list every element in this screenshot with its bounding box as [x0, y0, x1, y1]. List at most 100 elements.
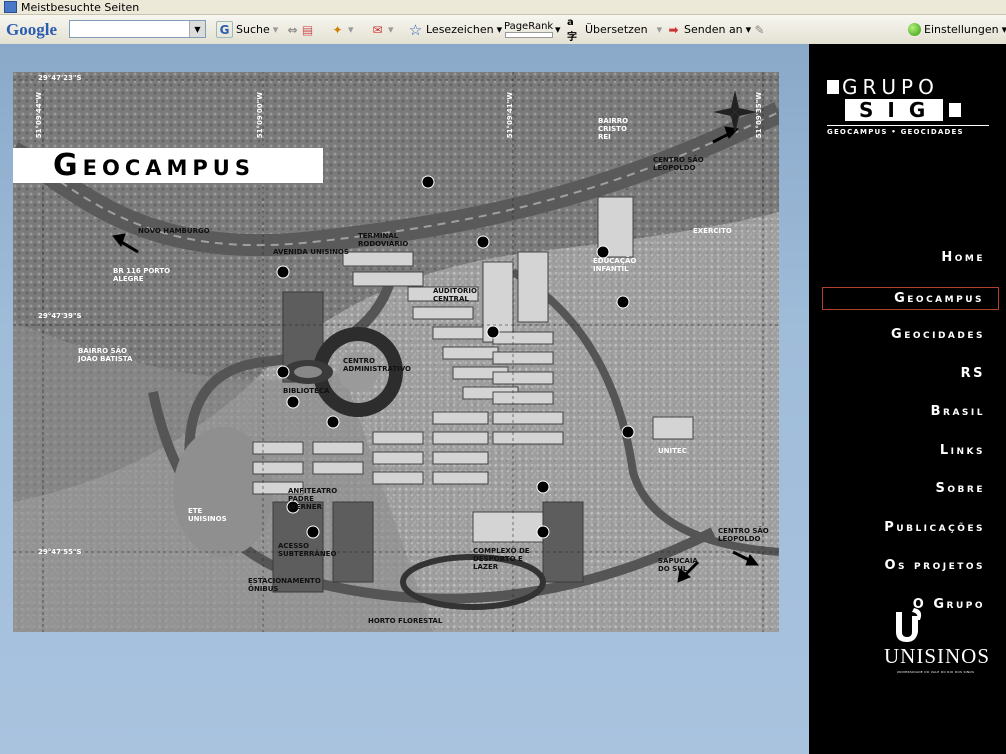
- google-toolbar: Google ▼ G Suche ▾ ⇔ ▤ ✦ ▾ ✉ ▾ ☆ Lesezei…: [0, 15, 1006, 45]
- main-content: Geocampus 29°47'23"S 29°47'39"S 29°47'55…: [0, 44, 809, 754]
- coord-lat-bottom: 29°47'55"S: [38, 548, 82, 556]
- google-logo-text: Google: [6, 19, 57, 39]
- pencil-icon: ✎: [754, 22, 765, 37]
- nav-brasil[interactable]: Brasil: [822, 398, 999, 437]
- unisinos-logo[interactable]: UNISINOS: [884, 644, 989, 669]
- dropdown-icon: ▾: [496, 23, 503, 36]
- label-sapucaia: SAPUCAIA DO SUL: [658, 557, 698, 573]
- status-green-icon: [908, 23, 921, 36]
- brand-sig: SIG: [845, 99, 989, 121]
- send-icon: ➡: [668, 22, 679, 37]
- label-auditorio: AUDITÓRIO CENTRAL: [433, 287, 477, 303]
- coord-lon-3: 51°09'41"W: [506, 92, 514, 139]
- bookmark-folder-icon: [4, 1, 17, 13]
- toolbar-button-options[interactable]: ⇔: [285, 15, 300, 44]
- label-complexo: COMPLEXO DE DESPORTO E LAZER: [473, 547, 530, 571]
- label-avenida: AVENIDA UNISINOS: [273, 248, 349, 256]
- mail-icon: ✉: [372, 22, 383, 37]
- dropdown-icon: ▾: [745, 23, 752, 36]
- brand-grupo-text: GRUPO: [842, 75, 939, 99]
- pagerank-label: PageRank: [504, 21, 554, 32]
- unisinos-emblem-icon[interactable]: [884, 606, 930, 644]
- label-centro-sl-bottom: CENTRO SÃO LEOPOLDO: [718, 527, 769, 543]
- google-logo[interactable]: Google: [6, 15, 57, 44]
- nav-geocidades[interactable]: Geocidades: [822, 321, 999, 360]
- label-centro-adm: CENTRO ADMINISTRATIVO: [343, 357, 411, 373]
- sidebar: GRUPO SIG GEOCAMPUS • GEOCIDADES Home Ge…: [809, 44, 1006, 754]
- brand-sig-text: SIG: [845, 99, 944, 121]
- pagerank-bar: [504, 32, 553, 38]
- star-icon: ☆: [408, 20, 423, 39]
- campus-map: Geocampus 29°47'23"S 29°47'39"S 29°47'55…: [13, 72, 779, 632]
- pagerank-dropdown[interactable]: ▾: [555, 15, 561, 44]
- google-search-field[interactable]: ▼: [69, 20, 206, 38]
- search-dropdown-icon[interactable]: ▼: [189, 21, 205, 37]
- label-exercito: EXÉRCITO: [693, 227, 732, 235]
- nav-rs[interactable]: RS: [822, 360, 999, 399]
- toolbar-button-popup[interactable]: ✦ ▾: [330, 15, 354, 44]
- label-br116: BR 116 PORTO ALEGRE: [113, 267, 171, 283]
- label-novo-hamburgo: NOVO HAMBURGO: [138, 227, 210, 235]
- label-educacao: EDUCAÇÃO INFANTIL: [593, 257, 637, 273]
- dropdown-icon: ▾: [1001, 23, 1006, 36]
- send-label: Senden an: [684, 23, 743, 36]
- send-button[interactable]: ➡ Senden an ▾: [666, 15, 751, 44]
- translate-icon: a字: [567, 16, 577, 43]
- label-horto: HORTO FLORESTAL: [368, 617, 443, 625]
- brand-grupo: GRUPO: [827, 77, 989, 97]
- label-unitec: UNITEC: [658, 447, 687, 455]
- toolbar-button-mail[interactable]: ✉ ▾: [370, 15, 394, 44]
- pagerank-indicator[interactable]: PageRank: [504, 15, 553, 44]
- bookmarks-button[interactable]: ☆ Lesezeichen ▾: [408, 15, 502, 44]
- label-terminal: TERMINAL RODOVIÁRIO: [358, 232, 409, 248]
- toolbar-button-news[interactable]: ▤: [300, 15, 315, 44]
- google-search-input[interactable]: [70, 21, 191, 37]
- nav-sobre[interactable]: Sobre: [822, 475, 999, 514]
- unisinos-tagline: UNIVERSIDADE DO VALE DO RIO DOS SINOS: [896, 670, 975, 674]
- search-button-label: Suche: [236, 23, 270, 36]
- label-cristo-rei: BAIRRO CRISTO REI: [598, 117, 629, 141]
- bookmarks-toolbar: Meistbesuchte Seiten: [0, 0, 1006, 15]
- label-estacionamento: ESTACIONAMENTO ÔNIBUS: [248, 577, 321, 593]
- label-biblioteca: BIBLIOTECA: [283, 387, 330, 395]
- nav-links[interactable]: Links: [822, 437, 999, 476]
- grupo-sig-logo[interactable]: GRUPO SIG GEOCAMPUS • GEOCIDADES: [827, 77, 989, 136]
- brand-subtitle: GEOCAMPUS • GEOCIDADES: [827, 125, 989, 136]
- translate-label: Übersetzen: [585, 23, 648, 36]
- nav-home[interactable]: Home: [822, 244, 999, 283]
- square-icon: [827, 80, 839, 94]
- bookmarks-label: Lesezeichen: [426, 23, 494, 36]
- popup-blocker-icon: ✦: [332, 22, 343, 37]
- nav-os-projetos[interactable]: Os projetos: [822, 552, 999, 591]
- dropdown-icon: ▾: [388, 23, 394, 36]
- bookmark-label: Meistbesuchte Seiten: [21, 0, 140, 14]
- coord-lat-mid: 29°47'39"S: [38, 312, 82, 320]
- coord-lat-top: 29°47'23"S: [38, 74, 82, 82]
- label-anfiteatro: ANFITEATRO PADRE WERNER: [288, 487, 338, 511]
- label-ete: ETE UNISINOS: [188, 507, 227, 523]
- label-acesso: ACESSO SUBTERRÂNEO: [278, 542, 337, 558]
- coord-lon-2: 51°09'00"W: [256, 92, 264, 139]
- square-icon: [949, 103, 962, 117]
- google-g-icon: G: [216, 21, 233, 38]
- map-title: Geocampus: [13, 148, 323, 183]
- dropdown-icon: ▾: [348, 23, 354, 36]
- search-button[interactable]: G Suche ▾: [216, 15, 278, 44]
- bookmark-most-visited[interactable]: Meistbesuchte Seiten: [4, 0, 139, 14]
- settings-label: Einstellungen: [924, 23, 999, 36]
- translate-button[interactable]: a字 Übersetzen ▾: [567, 15, 662, 44]
- main-navigation: Home Geocampus Geocidades RS Brasil Link…: [822, 244, 999, 629]
- dropdown-icon: ▾: [656, 23, 663, 36]
- arrows-icon: ⇔: [287, 22, 298, 37]
- coord-lon-1: 51°09'44"W: [35, 92, 43, 139]
- nav-geocampus[interactable]: Geocampus: [822, 286, 999, 310]
- highlight-button[interactable]: ✎: [752, 15, 767, 44]
- label-bairro-sj: BAIRRO SÃO JOÃO BATISTA: [78, 347, 133, 363]
- label-centro-sl-top: CENTRO SÃO LEOPOLDO: [653, 156, 704, 172]
- dropdown-icon[interactable]: ▾: [273, 23, 279, 36]
- dropdown-icon: ▾: [555, 23, 561, 36]
- nav-publicacoes[interactable]: Publicações: [822, 514, 999, 553]
- news-icon: ▤: [301, 22, 314, 37]
- settings-button[interactable]: Einstellungen ▾: [908, 15, 1006, 44]
- coord-lon-4: 51°09'35"W: [755, 92, 763, 139]
